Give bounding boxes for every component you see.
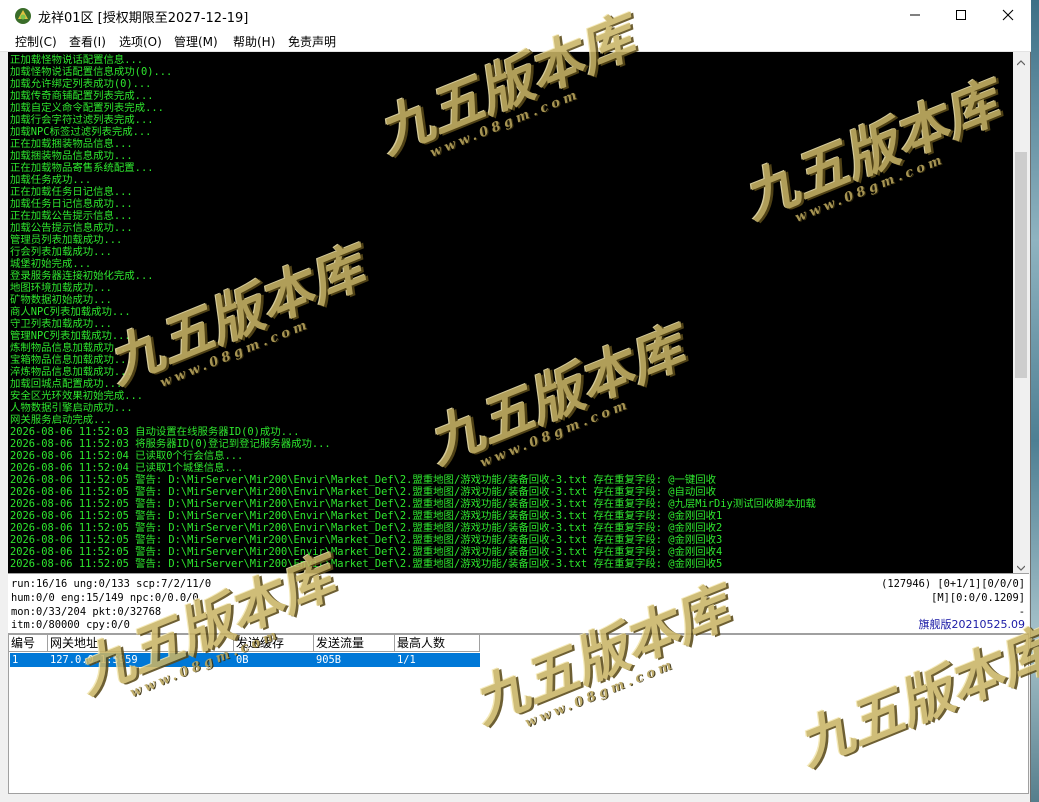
- console-log[interactable]: 正加载怪物说话配置信息... 加载怪物说话配置信息成功(0)... 加载允许绑定列表…: [8, 52, 1013, 573]
- cell-send-traffic: 905B: [316, 654, 342, 666]
- console-line: 2026-08-06 11:52:05 警告: D:\MirServer\Mir…: [10, 534, 723, 546]
- console-line: 加载怪物说话配置信息成功(0)...: [10, 66, 173, 78]
- console-line: 炼制物品信息加载成功...: [10, 342, 133, 354]
- console-line: 2026-08-06 11:52:05 警告: D:\MirServer\Mir…: [10, 522, 723, 534]
- status-run: run:16/16 ung:0/133 scp:7/2/11/0: [11, 578, 212, 590]
- cell-address: 127.0.0.1:5959: [50, 654, 138, 666]
- console-line: 正在加载任务日记信息...: [10, 186, 133, 198]
- console-line: 2026-08-06 11:52:05 警告: D:\MirServer\Mir…: [10, 558, 723, 570]
- console-line: 管理NPC列表加载成功...: [10, 330, 131, 342]
- console-line: 行会列表加载成功...: [10, 246, 112, 258]
- column-header-max-players[interactable]: 最高人数: [395, 635, 480, 652]
- console-line: 宝箱物品信息加载成功...: [10, 354, 133, 366]
- app-logo-icon: [14, 7, 32, 25]
- status-connections: (127946) [0+1/1][0/0/0]: [881, 578, 1025, 590]
- column-header-send-buffer[interactable]: 发送缓存: [234, 635, 314, 652]
- console-line: 矿物数据初始成功...: [10, 294, 112, 306]
- console-line: 商人NPC列表加载成功...: [10, 306, 131, 318]
- status-panel: run:16/16 ung:0/133 scp:7/2/11/0 hum:0/0…: [8, 573, 1029, 634]
- title-bar[interactable]: 龙祥01区 [授权期限至2027-12-19]: [0, 0, 1031, 31]
- console-line: 2026-08-06 11:52:03 自动设置在线服务器ID(0)成功...: [10, 426, 300, 438]
- column-header-address[interactable]: 网关地址: [48, 635, 234, 652]
- cell-send-buffer: 0B: [236, 654, 249, 666]
- console-line: 加载回城点配置成功...: [10, 378, 123, 390]
- desktop-background: [1031, 0, 1039, 802]
- status-mon: mon:0/33/204 pkt:0/32768: [11, 606, 162, 618]
- gateway-table[interactable]: 编号 网关地址 发送缓存 发送流量 最高人数 1 127.0.0.1:5959 …: [8, 634, 1029, 794]
- console-line: 正加载怪物说话配置信息...: [10, 54, 144, 66]
- console-line: 正在加载捆装物品信息...: [10, 138, 133, 150]
- console-line: 2026-08-06 11:52:05 警告: D:\MirServer\Mir…: [10, 546, 723, 558]
- chevron-down-icon: [1016, 556, 1026, 575]
- console-line: 加载传奇商铺配置列表完成...: [10, 90, 154, 102]
- console-line: 管理员列表加载成功...: [10, 234, 123, 246]
- console-line: 加载允许绑定列表成功(0)...: [10, 78, 152, 90]
- console-line: 加载NPC标签过滤列表完成...: [10, 126, 152, 138]
- console-line: 正在加载公告提示信息...: [10, 210, 133, 222]
- minimize-icon: [909, 6, 921, 25]
- console-line: 正在加载物品寄售系统配置...: [10, 162, 154, 174]
- console-line: 城堡初始完成...: [10, 258, 92, 270]
- chevron-up-icon: [1016, 51, 1026, 70]
- console-line: 2026-08-06 11:52:05 警告: D:\MirServer\Mir…: [10, 486, 717, 498]
- console-scrollbar[interactable]: [1013, 52, 1029, 573]
- menu-disclaimer[interactable]: 免责声明: [288, 33, 336, 50]
- console-line: 网关服务启动完成...: [10, 414, 112, 426]
- cell-id: 1: [12, 654, 19, 666]
- maximize-icon: [955, 6, 967, 25]
- menu-view[interactable]: 查看(I): [69, 33, 106, 50]
- column-header-send-traffic[interactable]: 发送流量: [314, 635, 395, 652]
- console-line: 人物数据引擎启动成功...: [10, 402, 133, 414]
- cell-max-players: 1/1: [397, 654, 416, 666]
- status-hum: hum:0/0 eng:15/149 npc:0/0.0/0: [11, 592, 199, 604]
- scroll-thumb[interactable]: [1015, 152, 1027, 378]
- menu-help[interactable]: 帮助(H): [233, 33, 275, 50]
- console-line: 2026-08-06 11:52:03 将服务器ID(0)登记到登记服务器成功.…: [10, 438, 331, 450]
- window-title: 龙祥01区 [授权期限至2027-12-19]: [38, 11, 249, 26]
- server-window: 龙祥01区 [授权期限至2027-12-19] 控制(C) 查看(I) 选项(O…: [0, 0, 1031, 802]
- edition-label: 旗舰版20210525.09: [918, 618, 1025, 631]
- console-line: 地图环境加载成功...: [10, 282, 112, 294]
- scroll-up-button[interactable]: [1013, 52, 1029, 68]
- console-line: 2026-08-06 11:52:04 已读取1个城堡信息...: [10, 462, 244, 474]
- close-icon: [1002, 6, 1014, 25]
- column-header-id[interactable]: 编号: [9, 635, 48, 652]
- console-line: 2026-08-06 11:52:05 警告: D:\MirServer\Mir…: [10, 474, 717, 486]
- console-line: 安全区光环效果初始完成...: [10, 390, 144, 402]
- console-line: 淬炼物品信息加载成功...: [10, 366, 133, 378]
- console-line: 登录服务器连接初始化完成...: [10, 270, 154, 282]
- minimize-button[interactable]: [892, 0, 938, 31]
- menu-control[interactable]: 控制(C): [15, 33, 57, 50]
- console-line: 加载任务日记信息成功...: [10, 198, 133, 210]
- console-line: 2026-08-06 11:52:04 已读取0个行会信息...: [10, 450, 244, 462]
- menu-options[interactable]: 选项(O): [119, 33, 162, 50]
- scroll-down-button[interactable]: [1013, 557, 1029, 573]
- close-button[interactable]: [985, 0, 1031, 31]
- console-line: 2026-08-06 11:52:05 警告: D:\MirServer\Mir…: [10, 510, 723, 522]
- menu-bar: 控制(C) 查看(I) 选项(O) 管理(M) 帮助(H) 免责声明: [0, 31, 1031, 52]
- console-line: 加载任务成功...: [10, 174, 92, 186]
- console-line: 加载自定义命令配置列表完成...: [10, 102, 164, 114]
- menu-manage[interactable]: 管理(M): [174, 33, 218, 50]
- status-memory: [M][0:0/0.1209]: [931, 592, 1025, 604]
- console-line: 加载行会字符过滤列表完成...: [10, 114, 154, 126]
- console-line: 2026-08-06 11:52:05 警告: D:\MirServer\Mir…: [10, 498, 816, 510]
- console-line: 加载捆装物品信息成功...: [10, 150, 133, 162]
- table-row[interactable]: 1 127.0.0.1:5959 0B 905B 1/1: [10, 653, 480, 667]
- console-line: 加载公告提示信息成功...: [10, 222, 133, 234]
- console-line: 守卫列表加载成功...: [10, 318, 112, 330]
- status-itm: itm:0/80000 cpy:0/0: [11, 619, 130, 631]
- maximize-button[interactable]: [938, 0, 984, 31]
